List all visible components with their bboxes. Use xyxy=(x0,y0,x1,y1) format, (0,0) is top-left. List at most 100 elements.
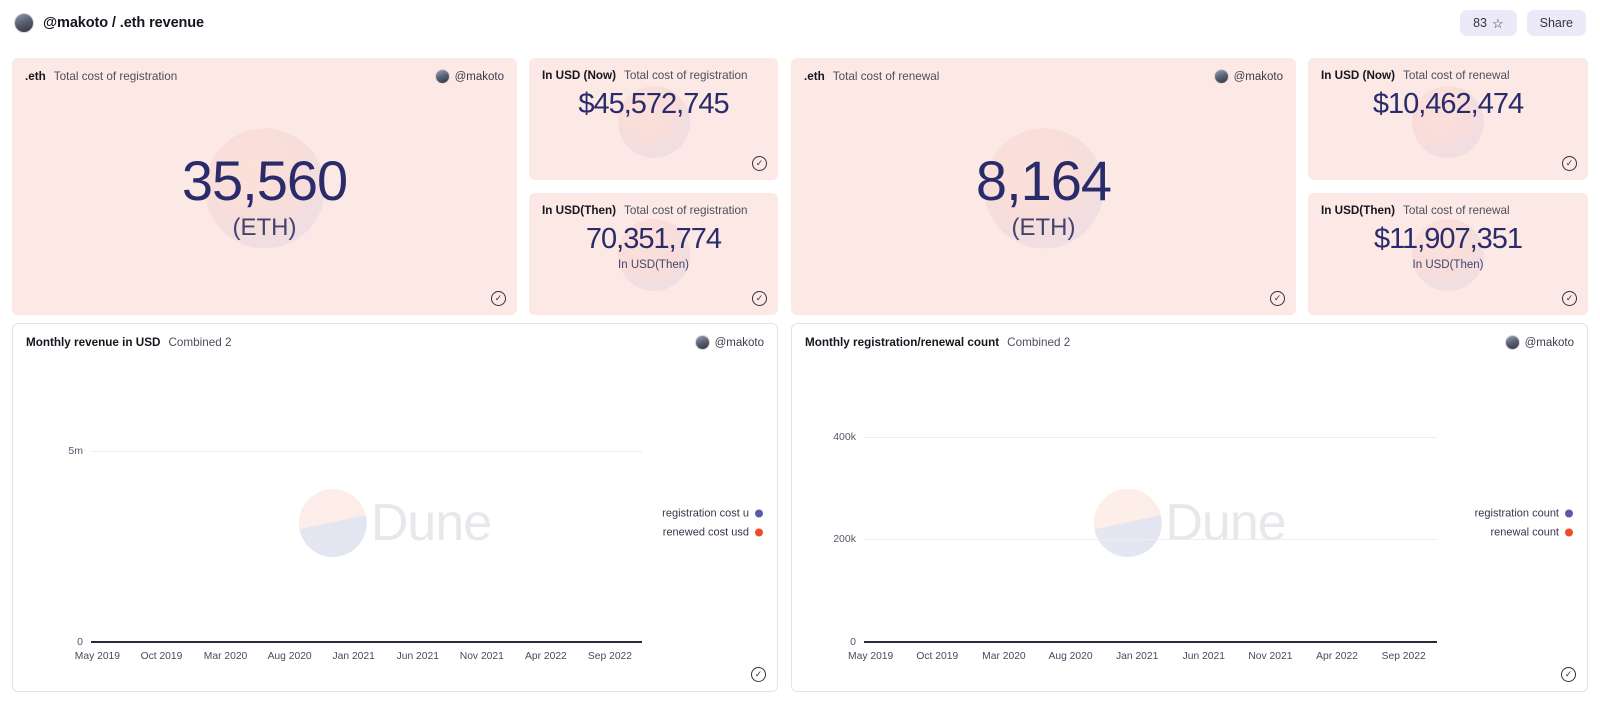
check-circle-icon[interactable]: ✓ xyxy=(1270,291,1285,306)
card-usd-then-renewal[interactable]: In USD(Then) Total cost of renewal $11,9… xyxy=(1308,193,1588,315)
card-title: .eth xyxy=(25,70,46,83)
top-bar: @makoto / .eth revenue 83 ☆ Share xyxy=(0,0,1600,46)
dashboard-grid: .eth Total cost of registration @makoto … xyxy=(0,46,1600,704)
x-axis-line xyxy=(91,641,642,643)
x-axis-tick-label: Jun 2021 xyxy=(1182,651,1225,662)
card-usd-then-registration[interactable]: In USD(Then) Total cost of registration … xyxy=(529,193,778,315)
card-eth-registration[interactable]: .eth Total cost of registration @makoto … xyxy=(12,58,517,315)
breadcrumb[interactable]: @makoto / .eth revenue xyxy=(43,15,204,31)
legend-revenue[interactable]: registration cost u renewed cost usd xyxy=(662,507,763,538)
x-axis-ticks-count: May 2019 Oct 2019 Mar 2020 Aug 2020 Jan 2021… xyxy=(848,651,1437,665)
card-owner[interactable]: @makoto xyxy=(434,69,504,84)
card-title: In USD (Now) xyxy=(542,69,617,82)
card-title: .eth xyxy=(804,70,825,83)
y-axis-tick-label: 200k xyxy=(833,533,856,546)
card-eth-renewal[interactable]: .eth Total cost of renewal @makoto 8,164… xyxy=(791,58,1296,315)
x-axis-ticks-revenue: May 2019 Oct 2019 Mar 2020 Aug 2020 Jan 2021… xyxy=(75,651,642,665)
card-header: Monthly revenue in USD Combined 2 @makot… xyxy=(13,324,777,350)
card-owner[interactable]: @makoto xyxy=(694,335,764,350)
x-axis-tick-label: Aug 2020 xyxy=(1048,651,1093,662)
legend-count[interactable]: registration count renewal count xyxy=(1475,507,1573,538)
check-circle-icon[interactable]: ✓ xyxy=(491,291,506,306)
x-axis-tick-label: Oct 2019 xyxy=(916,651,959,662)
legend-color-dot xyxy=(1565,528,1573,536)
card-header: .eth Total cost of renewal @makoto xyxy=(791,58,1296,84)
card-subtitle: Combined 2 xyxy=(168,336,232,349)
metric-unit: (ETH) xyxy=(232,214,297,241)
legend-color-dot xyxy=(1565,509,1573,517)
x-axis-line xyxy=(864,641,1437,643)
plot-revenue: 0 5m xyxy=(68,376,642,648)
check-circle-icon[interactable]: ✓ xyxy=(752,291,767,306)
y-axis-tick-label: 0 xyxy=(77,636,83,648)
card-subtitle: Total cost of renewal xyxy=(1403,204,1510,217)
check-circle-icon[interactable]: ✓ xyxy=(1562,156,1577,171)
metric-body: $45,572,745 xyxy=(529,82,778,174)
card-subtitle: Total cost of renewal xyxy=(1403,69,1510,82)
metric-unit: In USD(Then) xyxy=(1412,259,1484,271)
check-circle-icon[interactable]: ✓ xyxy=(752,156,767,171)
owner-handle: @makoto xyxy=(1233,70,1283,83)
card-title: In USD (Now) xyxy=(1321,69,1396,82)
owner-handle: @makoto xyxy=(714,336,764,349)
check-circle-icon[interactable]: ✓ xyxy=(751,667,766,682)
metric-value: $10,462,474 xyxy=(1372,88,1524,120)
x-axis-tick-label: Apr 2022 xyxy=(1316,651,1358,662)
check-circle-icon[interactable]: ✓ xyxy=(1561,667,1576,682)
card-header: Monthly registration/renewal count Combi… xyxy=(792,324,1587,350)
x-axis-tick-label: Oct 2019 xyxy=(140,651,183,662)
metric-value: 35,560 xyxy=(181,149,348,212)
legend-item[interactable]: renewal count xyxy=(1490,526,1573,538)
card-monthly-revenue-chart[interactable]: Monthly revenue in USD Combined 2 @makot… xyxy=(12,323,778,692)
metric-body: $10,462,474 xyxy=(1308,82,1588,174)
card-usd-now-registration[interactable]: In USD (Now) Total cost of registration … xyxy=(529,58,778,180)
x-axis-tick-label: Mar 2020 xyxy=(203,651,248,662)
plot-count: 0 200k 400k xyxy=(833,376,1437,648)
x-axis-tick-label: Aug 2020 xyxy=(267,651,312,662)
card-owner[interactable]: @makoto xyxy=(1504,335,1574,350)
card-title: Monthly registration/renewal count xyxy=(805,336,1000,349)
metric-value: $45,572,745 xyxy=(578,88,729,120)
check-circle-icon[interactable]: ✓ xyxy=(1562,291,1577,306)
metric-unit: In USD(Then) xyxy=(618,259,689,271)
star-button[interactable]: 83 ☆ xyxy=(1460,10,1517,36)
owner-avatar-icon xyxy=(434,69,450,84)
user-avatar-icon xyxy=(14,13,34,33)
x-axis-tick-label: Jan 2021 xyxy=(332,651,375,662)
chart-area-count: Dune 0 200k 400k May 2019 Oct 2019 Mar 2020 A… xyxy=(792,354,1587,691)
legend-item[interactable]: registration count xyxy=(1475,507,1573,519)
legend-item[interactable]: renewed cost usd xyxy=(663,526,763,538)
card-header: In USD(Then) Total cost of renewal xyxy=(1308,193,1588,217)
card-usd-now-renewal[interactable]: In USD (Now) Total cost of renewal $10,4… xyxy=(1308,58,1588,180)
card-header: In USD (Now) Total cost of renewal xyxy=(1308,58,1588,82)
x-axis-tick-label: Nov 2021 xyxy=(459,651,504,662)
x-axis-tick-label: Sep 2022 xyxy=(587,651,632,662)
metric-value: $11,907,351 xyxy=(1373,223,1523,255)
metric-body: 70,351,774 In USD(Then) xyxy=(529,217,778,309)
x-axis-tick-label: May 2019 xyxy=(74,651,121,662)
metric-body: 8,164 (ETH) xyxy=(791,84,1296,311)
x-axis-tick-label: Apr 2022 xyxy=(524,651,567,662)
share-button[interactable]: Share xyxy=(1526,10,1586,36)
metric-value: 8,164 xyxy=(975,149,1112,212)
y-axis-tick-label: 0 xyxy=(850,636,856,648)
legend-label: registration count xyxy=(1474,507,1559,519)
owner-handle: @makoto xyxy=(454,70,504,83)
y-axis-tick-label: 400k xyxy=(833,430,856,443)
card-owner[interactable]: @makoto xyxy=(1213,69,1283,84)
legend-label: registration cost u xyxy=(662,507,749,519)
legend-item[interactable]: registration cost u xyxy=(662,507,763,519)
bar-group xyxy=(864,376,1437,643)
x-axis-tick-label: May 2019 xyxy=(848,651,894,662)
star-icon: ☆ xyxy=(1491,15,1504,31)
card-header: In USD(Then) Total cost of registration xyxy=(529,193,778,217)
owner-avatar-icon xyxy=(1213,69,1229,84)
card-monthly-count-chart[interactable]: Monthly registration/renewal count Combi… xyxy=(791,323,1588,692)
bar-group xyxy=(91,376,642,643)
card-subtitle: Total cost of registration xyxy=(624,69,748,82)
legend-color-dot xyxy=(755,528,763,536)
x-axis-tick-label: Nov 2021 xyxy=(1248,651,1293,662)
legend-label: renewal count xyxy=(1490,526,1560,538)
card-header: In USD (Now) Total cost of registration xyxy=(529,58,778,82)
metric-value: 70,351,774 xyxy=(585,223,722,255)
